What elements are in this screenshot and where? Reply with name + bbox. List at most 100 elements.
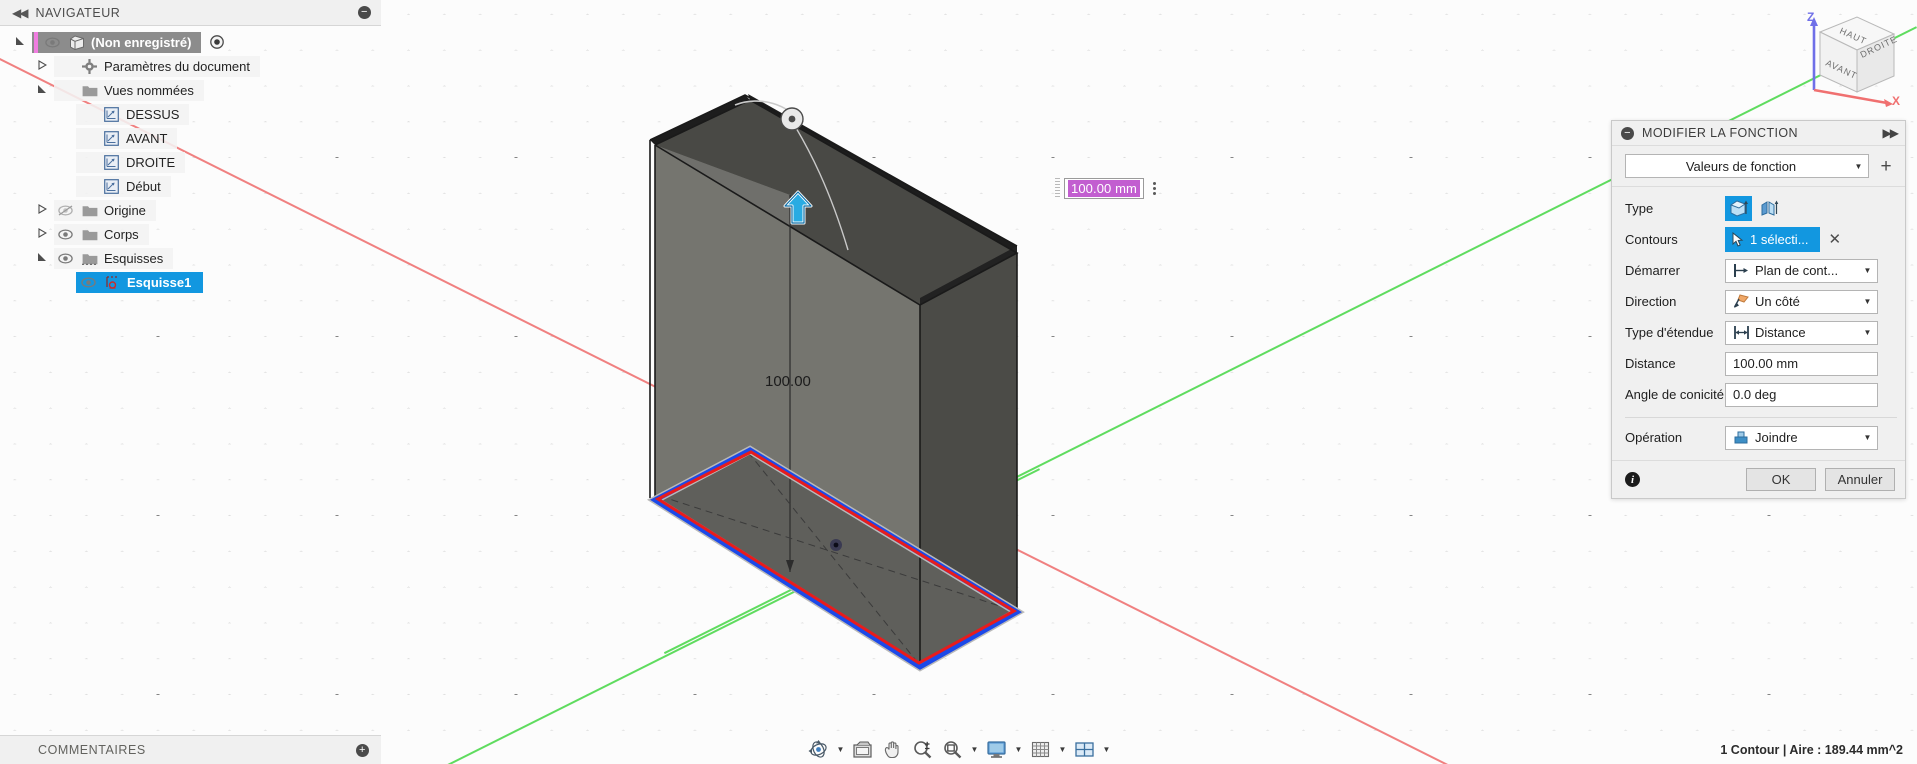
expander-closed-icon[interactable] xyxy=(34,59,50,73)
plus-circle-icon[interactable]: + xyxy=(356,743,369,757)
grid-snaps-dropdown-caret[interactable]: ▼ xyxy=(1057,737,1069,763)
tree-item-chip[interactable]: (Non enregistré) xyxy=(32,31,202,53)
expander-closed-icon[interactable] xyxy=(34,227,50,241)
double-right-arrows-icon[interactable]: ▶▶ xyxy=(1883,126,1900,140)
expander-closed-icon[interactable] xyxy=(34,203,50,217)
operation-select[interactable]: Joindre ▼ xyxy=(1725,425,1878,450)
tree-item-droite[interactable]: DROITE xyxy=(0,150,381,174)
row-distance: Distance 100.00 mm xyxy=(1625,348,1897,379)
plus-icon[interactable]: + xyxy=(1875,155,1897,177)
extent-type-select[interactable]: Distance ▼ xyxy=(1725,320,1878,345)
activate-component-radio[interactable] xyxy=(207,35,226,49)
chevron-down-icon: ▼ xyxy=(1854,161,1863,171)
kebab-menu-icon[interactable] xyxy=(1148,177,1162,199)
minus-circle-icon[interactable]: − xyxy=(1621,126,1634,140)
tree-item-chip[interactable]: Esquisses xyxy=(54,247,174,269)
display-settings-icon[interactable] xyxy=(983,737,1011,763)
expander-open-icon[interactable] xyxy=(12,36,28,49)
tree-item-esquisse1[interactable]: Esquisse1 xyxy=(0,270,381,294)
contours-selection-button[interactable]: 1 sélecti... xyxy=(1725,227,1820,252)
eye-visible-icon[interactable] xyxy=(43,36,62,48)
orbit-dropdown-caret[interactable]: ▼ xyxy=(835,737,847,763)
minus-circle-icon[interactable]: − xyxy=(358,6,371,19)
viewcube[interactable]: Z X HAUT AVANT DROITE xyxy=(1787,4,1907,108)
folder-icon xyxy=(80,84,99,97)
expander-open-icon[interactable] xyxy=(34,84,50,97)
eye-visible-icon[interactable] xyxy=(56,228,75,240)
dimension-drag-handle[interactable] xyxy=(1055,177,1060,199)
grid-snaps-icon[interactable] xyxy=(1027,737,1055,763)
edit-feature-dialog[interactable]: − MODIFIER LA FONCTION ▶▶ Valeurs de fon… xyxy=(1611,120,1906,499)
start-plane-icon xyxy=(1734,264,1748,277)
distance-input[interactable]: 100.00 mm xyxy=(1725,351,1878,376)
direction-select[interactable]: Un côté ▼ xyxy=(1725,289,1878,314)
zoom-icon[interactable] xyxy=(909,737,937,763)
folder-icon xyxy=(80,204,99,217)
cancel-button[interactable]: Annuler xyxy=(1825,468,1895,491)
operation-select-label: Joindre xyxy=(1755,430,1798,445)
tree-item-param-tres-du-document[interactable]: Paramètres du document xyxy=(0,54,381,78)
tree-item-chip[interactable]: Paramètres du document xyxy=(54,55,260,77)
pan-icon[interactable] xyxy=(879,737,907,763)
fit-icon[interactable] xyxy=(939,737,967,763)
tree-item-d-but[interactable]: Début xyxy=(0,174,381,198)
dimension-input-group[interactable]: 100.00 mm xyxy=(1055,177,1162,199)
expander-open-icon[interactable] xyxy=(34,252,50,265)
tree-item-chip[interactable]: DROITE xyxy=(76,151,186,173)
tree-item-non-enregistr[interactable]: (Non enregistré) xyxy=(0,30,381,54)
look-at-icon[interactable] xyxy=(849,737,877,763)
direction-select-label: Un côté xyxy=(1755,294,1800,309)
tree-item-label: Vues nommées xyxy=(104,82,194,98)
fit-dropdown-caret[interactable]: ▼ xyxy=(969,737,981,763)
row-taper-angle: Angle de conicité 0.0 deg xyxy=(1625,379,1897,410)
viewports-dropdown-caret[interactable]: ▼ xyxy=(1101,737,1113,763)
folder-icon xyxy=(80,228,99,241)
dialog-body[interactable]: Type Contours 1 sélecti... ✕ Démarrer Pl… xyxy=(1612,187,1905,455)
display-settings-dropdown-caret[interactable]: ▼ xyxy=(1013,737,1025,763)
taper-angle-input[interactable]: 0.0 deg xyxy=(1725,382,1878,407)
tree-item-chip[interactable]: Esquisse1 xyxy=(76,271,204,293)
thin-extrude-icon[interactable] xyxy=(1756,196,1783,221)
tree-item-label: AVANT xyxy=(126,130,168,146)
close-x-icon[interactable]: ✕ xyxy=(1829,232,1842,247)
feature-presets-row[interactable]: Valeurs de fonction ▼ + xyxy=(1612,146,1905,187)
eye-visible-icon[interactable] xyxy=(79,276,98,288)
dimension-input-value[interactable]: 100.00 mm xyxy=(1068,179,1140,197)
comments-bar[interactable]: COMMENTAIRES + xyxy=(0,735,381,764)
view-toolbar[interactable]: ▼ ▼ ▼ ▼ ▼ xyxy=(805,735,1113,764)
tree-item-vues-nomm-es[interactable]: Vues nommées xyxy=(0,78,381,102)
tree-item-chip[interactable]: Vues nommées xyxy=(54,79,204,101)
tree-item-label: DROITE xyxy=(126,154,176,170)
navigator-panel[interactable]: ◀◀ NAVIGATEUR − (Non enregistré) Paramètr… xyxy=(0,0,381,294)
tree-item-dessus[interactable]: DESSUS xyxy=(0,102,381,126)
double-left-arrows-icon[interactable]: ◀◀ xyxy=(12,6,29,20)
info-icon[interactable]: i xyxy=(1625,472,1640,487)
solid-extrude-icon[interactable] xyxy=(1725,196,1752,221)
demarrer-select[interactable]: Plan de cont... ▼ xyxy=(1725,258,1878,283)
extrude-arrow-handle[interactable] xyxy=(783,190,813,229)
tree-item-corps[interactable]: Corps xyxy=(0,222,381,246)
navigator-tree[interactable]: (Non enregistré) Paramètres du document Vu… xyxy=(0,26,381,294)
svg-text:X: X xyxy=(1892,94,1900,108)
tree-item-esquisses[interactable]: Esquisses xyxy=(0,246,381,270)
tree-item-origine[interactable]: Origine xyxy=(0,198,381,222)
ok-button[interactable]: OK xyxy=(1746,468,1816,491)
fusion-app-window: 100.00 100.00 mm Z X HAUT AVANT DROITE ◀… xyxy=(0,0,1917,764)
viewports-icon[interactable] xyxy=(1071,737,1099,763)
preset-select[interactable]: Valeurs de fonction ▼ xyxy=(1625,154,1869,178)
named-view-icon xyxy=(102,154,121,170)
eye-hidden-icon[interactable] xyxy=(56,204,75,216)
tree-item-chip[interactable]: AVANT xyxy=(76,127,178,149)
eye-visible-icon[interactable] xyxy=(56,252,75,264)
tree-item-chip[interactable]: Corps xyxy=(54,223,149,245)
tree-item-chip[interactable]: DESSUS xyxy=(76,103,190,125)
distance-input-value: 100.00 mm xyxy=(1733,356,1799,371)
preset-select-label: Valeurs de fonction xyxy=(1685,158,1797,174)
tree-item-label: Paramètres du document xyxy=(104,58,250,74)
tree-item-chip[interactable]: Début xyxy=(76,175,171,197)
dimension-input-field[interactable]: 100.00 mm xyxy=(1064,177,1144,199)
tree-item-avant[interactable]: AVANT xyxy=(0,126,381,150)
tree-item-chip[interactable]: Origine xyxy=(54,199,156,221)
row-type: Type xyxy=(1625,193,1897,224)
orbit-icon[interactable] xyxy=(805,737,833,763)
